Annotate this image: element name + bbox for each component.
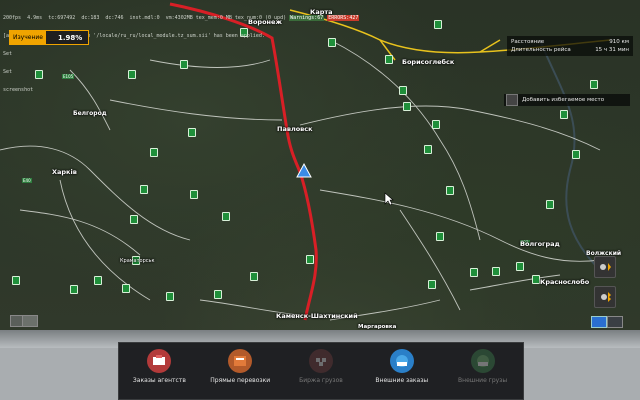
debug-stats-line: 200fps 4.9ms tc:697492 dc:183 dc:746 ins… xyxy=(3,15,360,21)
road-sign xyxy=(446,186,454,195)
road-sign xyxy=(434,20,442,29)
dock-item-external-cargo[interactable]: Внешние грузы xyxy=(453,343,513,384)
dock-item-direct-transport[interactable]: Прямые перевозки xyxy=(210,343,270,384)
road-sign xyxy=(130,215,138,224)
dock-item-external-orders[interactable]: Внешние заказы xyxy=(372,343,432,384)
road-sign xyxy=(572,150,580,159)
job-dock: Заказы агентств Прямые перевозки Биржа г… xyxy=(118,342,524,400)
road-sign xyxy=(94,276,102,285)
debug-log-line: Set xyxy=(3,51,13,57)
route-info-panel: Расстояние 910 км Длительность рейса 15 ч … xyxy=(507,36,633,56)
map-filter-button[interactable] xyxy=(22,315,38,327)
duration-label: Длительность рейса xyxy=(511,47,571,53)
road-sign xyxy=(424,145,432,154)
road-sign xyxy=(122,284,130,293)
road-sign xyxy=(532,275,540,284)
add-avoid-place-button[interactable]: Добавить избегаемое место xyxy=(504,94,630,106)
road-sign xyxy=(214,290,222,299)
road-sign xyxy=(306,255,314,264)
road-sign xyxy=(432,120,440,129)
city-label-kharkiv[interactable]: Харків xyxy=(52,168,77,176)
road-sign xyxy=(428,280,436,289)
dock-item-cargo-market[interactable]: Биржа грузов xyxy=(291,343,351,384)
agency-orders-icon xyxy=(147,349,172,373)
road-sign xyxy=(385,55,393,64)
mouse-cursor-icon xyxy=(384,192,394,206)
city-label-volgograd[interactable]: Волгоград xyxy=(520,240,560,248)
direct-transport-icon xyxy=(228,349,253,373)
debug-log-line: screenshot xyxy=(3,87,34,93)
road-sign xyxy=(590,80,598,89)
city-label-krasnoslobodsk[interactable]: Краснослобо xyxy=(540,278,589,286)
road-sign xyxy=(399,86,407,95)
errors-badge: ERRORS:427 xyxy=(327,15,360,21)
city-label-pavlovsk[interactable]: Павловск xyxy=(277,125,313,133)
road-sign xyxy=(70,285,78,294)
avoid-label: Добавить избегаемое место xyxy=(522,97,605,103)
zoom-out-button[interactable] xyxy=(591,316,607,328)
distance-label: Расстояние xyxy=(511,39,545,45)
road-sign xyxy=(492,267,500,276)
center-map-icon[interactable] xyxy=(594,286,616,308)
road-sign xyxy=(150,148,158,157)
road-sign xyxy=(188,128,196,137)
road-sign xyxy=(166,292,174,301)
exploration-value: 1.98% xyxy=(57,33,83,42)
city-label-kamensk[interactable]: Каменск-Шахтинский xyxy=(276,312,358,320)
road-sign xyxy=(560,110,568,119)
road-sign xyxy=(12,276,20,285)
road-sign xyxy=(222,212,230,221)
city-label-kramatorsk[interactable]: Краматорськ xyxy=(120,258,155,264)
road-sign xyxy=(470,268,478,277)
exploration-progress: Изучение 1.98% xyxy=(9,30,89,45)
external-cargo-icon xyxy=(470,349,495,373)
player-position-icon[interactable] xyxy=(594,256,616,278)
exploration-label: Изучение xyxy=(10,31,46,44)
road-sign xyxy=(190,190,198,199)
road-sign xyxy=(546,200,554,209)
debug-overlay: 200fps 4.9ms tc:697492 dc:183 dc:746 ins… xyxy=(3,3,360,99)
avoid-checkbox[interactable] xyxy=(506,94,518,106)
debug-log-line: Set xyxy=(3,69,13,75)
warnings-badge: Warnings:67 xyxy=(289,15,325,21)
road-sign xyxy=(140,185,148,194)
city-label-belgorod[interactable]: Белгород xyxy=(73,110,107,117)
duration-value: 15 ч 31 мин xyxy=(595,47,629,53)
road-sign xyxy=(516,262,524,271)
distance-value: 910 км xyxy=(609,39,629,45)
road-sign xyxy=(250,272,258,281)
cargo-market-icon xyxy=(308,349,333,373)
road-sign xyxy=(436,232,444,241)
city-label-borisoglebsk[interactable]: Борисоглебск xyxy=(402,58,454,66)
zoom-in-button[interactable] xyxy=(607,316,623,328)
dock-item-agency-orders[interactable]: Заказы агентств xyxy=(129,343,189,384)
road-number: E40 xyxy=(22,178,32,183)
external-orders-icon xyxy=(389,349,414,373)
road-sign xyxy=(403,102,411,111)
